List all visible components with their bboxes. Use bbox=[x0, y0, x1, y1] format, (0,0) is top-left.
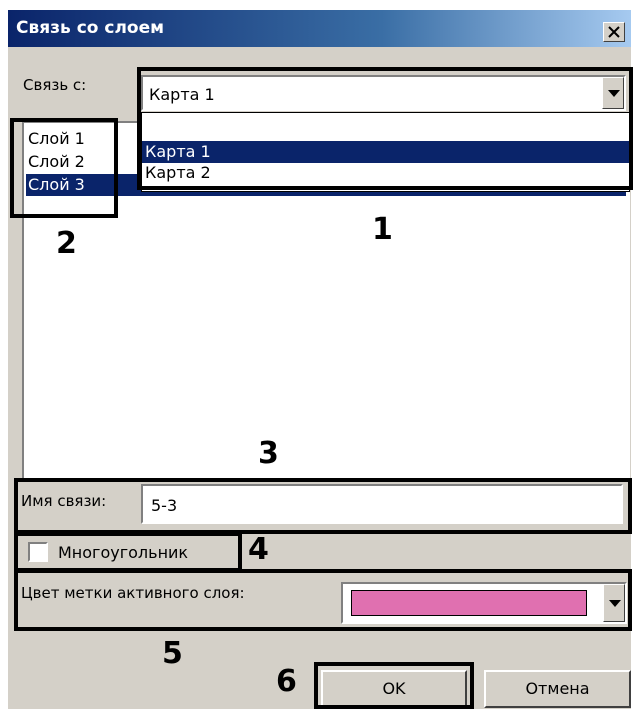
annotation-box-2 bbox=[10, 118, 118, 218]
annotation-number-6: 6 bbox=[276, 664, 297, 699]
annotation-box-4 bbox=[14, 532, 242, 572]
annotation-number-4: 4 bbox=[248, 532, 269, 567]
annotation-number-1: 1 bbox=[372, 212, 393, 247]
annotation-number-5: 5 bbox=[162, 636, 183, 671]
annotation-box-5 bbox=[14, 569, 632, 631]
close-icon bbox=[608, 26, 620, 38]
window-title: Связь со слоем bbox=[16, 18, 165, 38]
annotation-number-2: 2 bbox=[56, 226, 77, 261]
cancel-button[interactable]: Отмена bbox=[484, 670, 631, 708]
annotation-box-6 bbox=[314, 662, 474, 709]
title-bar: Связь со слоем bbox=[8, 10, 631, 47]
annotation-box-1 bbox=[137, 67, 633, 190]
annotation-box-3 bbox=[14, 478, 632, 534]
annotation-number-3: 3 bbox=[258, 436, 279, 471]
close-button[interactable] bbox=[603, 22, 625, 42]
link-with-label: Связь с: bbox=[23, 76, 87, 94]
cancel-button-label: Отмена bbox=[525, 679, 590, 698]
